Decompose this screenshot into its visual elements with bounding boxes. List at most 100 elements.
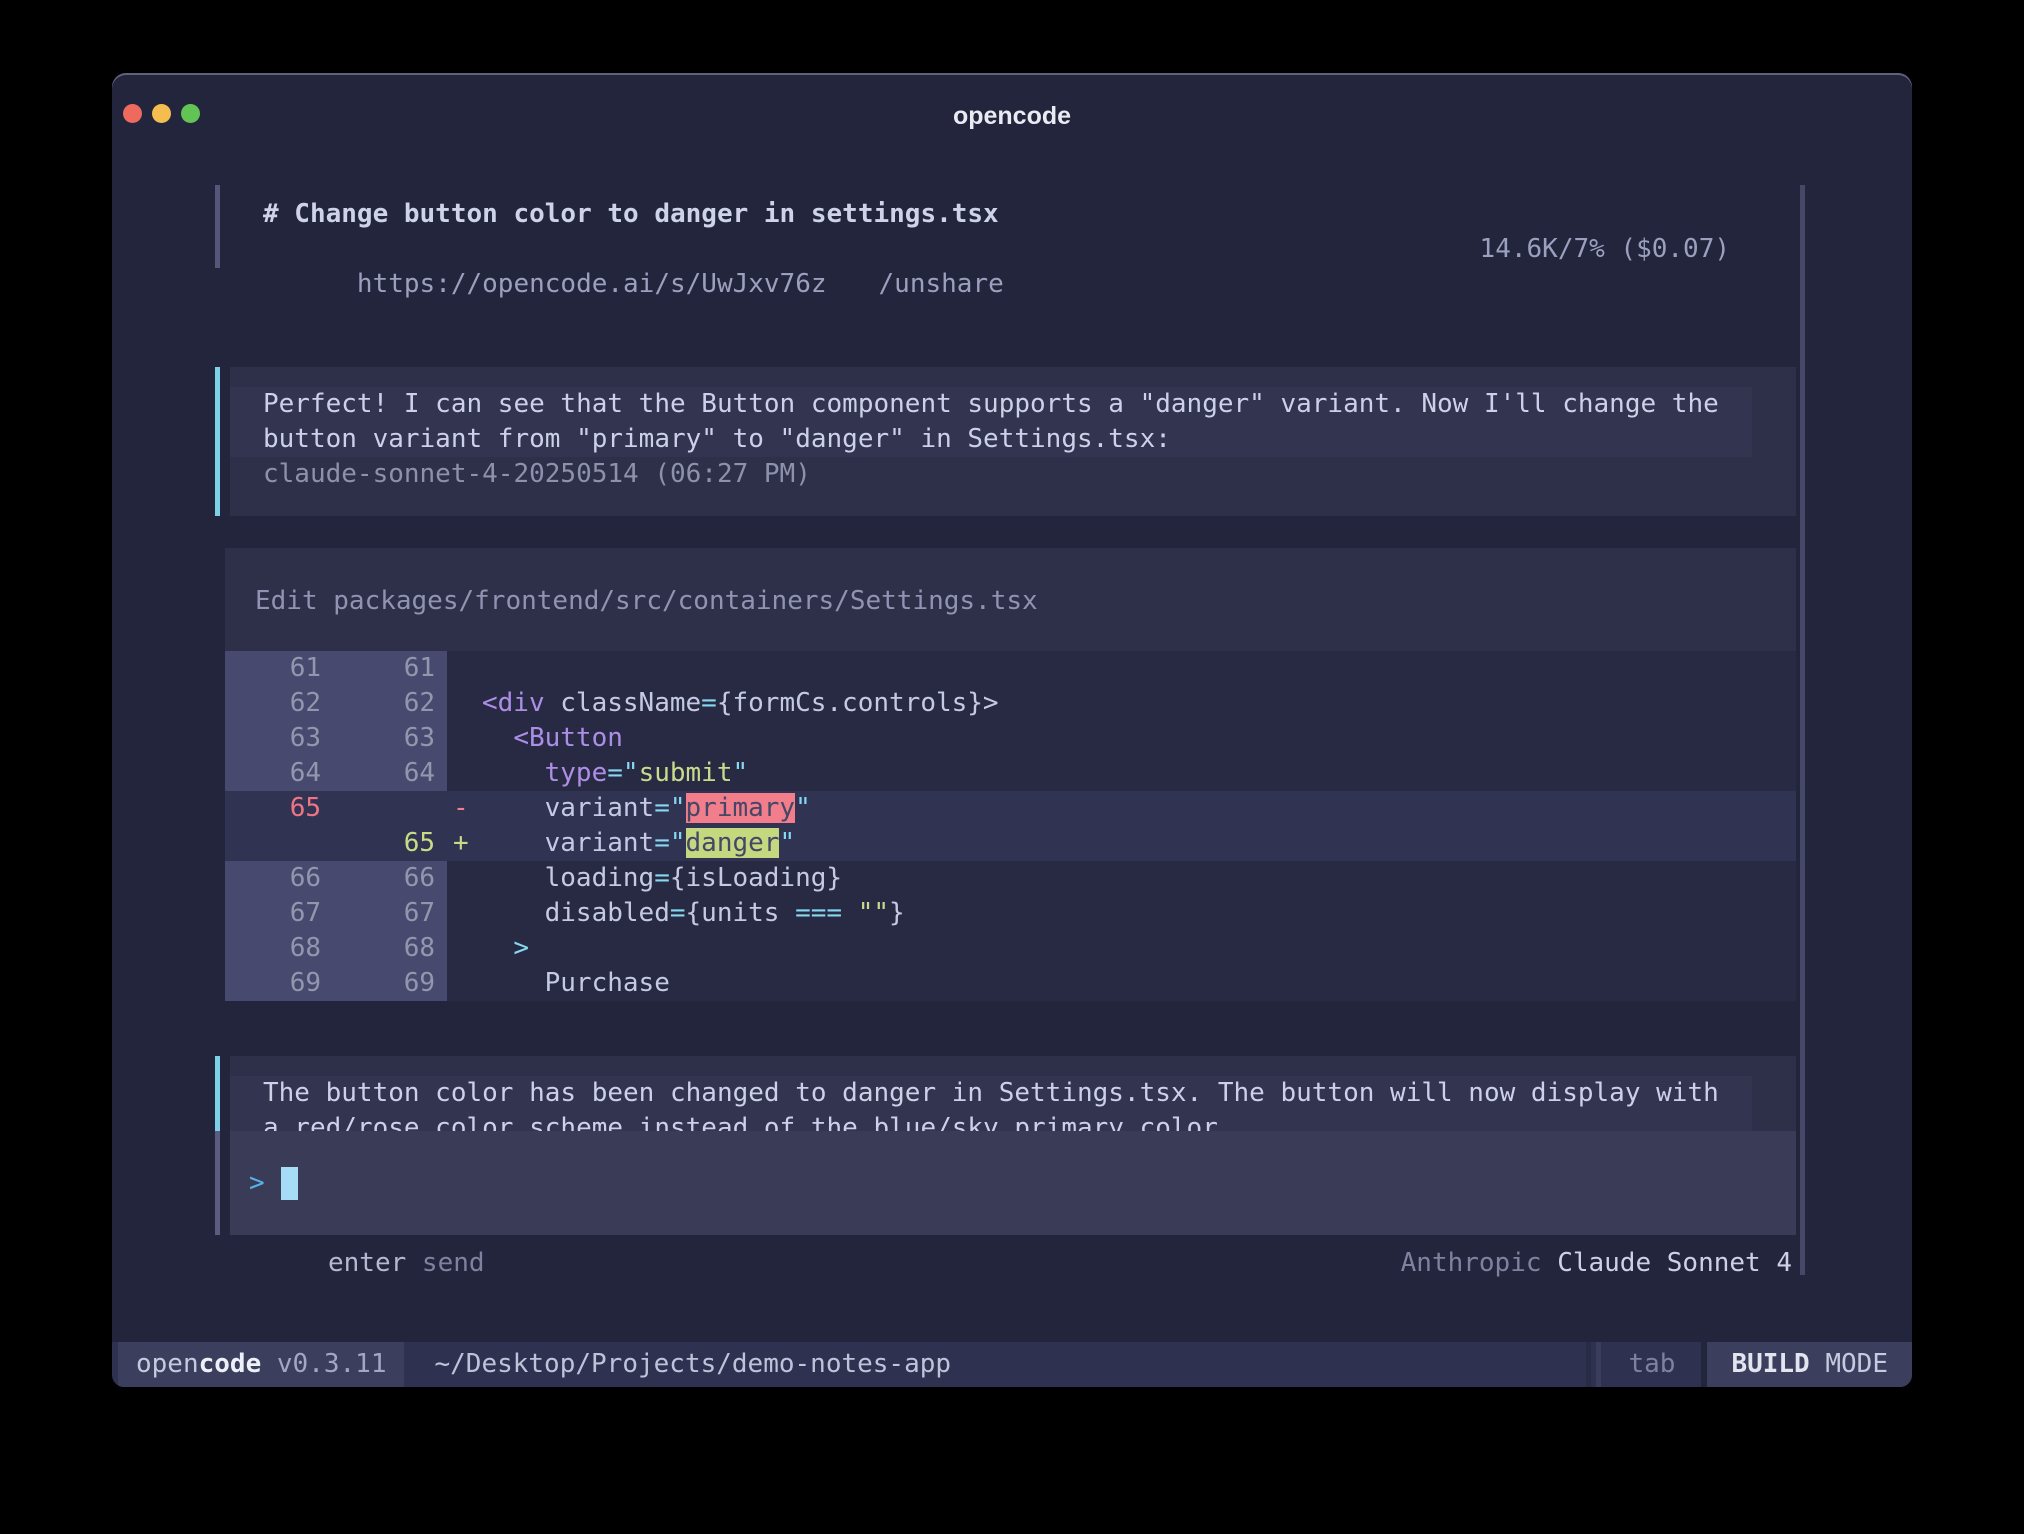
diff-marker — [447, 931, 482, 966]
diff-gutter: 6464 — [225, 756, 447, 791]
statusbar-notches — [1586, 1342, 1606, 1387]
code-token: variant — [545, 793, 655, 823]
app-version: v0.3.11 — [261, 1347, 386, 1382]
scrollbar-track[interactable] — [1800, 185, 1805, 1275]
code-token: variant — [545, 828, 655, 858]
titlebar: opencode — [112, 73, 1912, 133]
diff-row: 6262<div className={formCs.controls}> — [225, 686, 1796, 721]
mode-suffix: MODE — [1810, 1347, 1888, 1382]
opencode-window: opencode # Change button color to danger… — [112, 73, 1912, 1387]
diff-gutter: 6262 — [225, 686, 447, 721]
diff-gutter: 6363 — [225, 721, 447, 756]
code-token: <Button — [513, 723, 623, 753]
old-line-number: 65 — [225, 791, 321, 826]
code-token: <div — [482, 688, 545, 718]
app-version-badge: opencode v0.3.11 — [118, 1342, 404, 1387]
build-mode-toggle[interactable]: BUILD MODE — [1707, 1342, 1912, 1387]
code-token: type — [545, 758, 608, 788]
old-line-number: 68 — [225, 931, 321, 966]
diff-row: 65 + variant="danger" — [225, 826, 1796, 861]
diff-row: 6161 — [225, 651, 1796, 686]
session-header: # Change button color to danger in setti… — [215, 185, 1796, 268]
code-token — [482, 863, 545, 893]
diff-code-line: variant="primary" — [482, 791, 811, 826]
diff-code-line: variant="danger" — [482, 826, 795, 861]
diff-gutter: 6969 — [225, 966, 447, 1001]
diff-code-line: disabled={units === ""} — [482, 896, 905, 931]
send-action-label: send — [406, 1248, 484, 1278]
code-token: danger — [686, 828, 780, 858]
diff-view: 61616262 <div className = {formCs.controls}… — [225, 651, 1796, 1001]
working-directory: ~/Desktop/Projects/demo-notes-app — [434, 1342, 951, 1387]
prompt-input[interactable]: > — [215, 1131, 1796, 1235]
diff-gutter: 6868 — [225, 931, 447, 966]
diff-marker — [447, 966, 482, 1001]
model-indicator[interactable]: Anthropic Claude Sonnet 4 — [1401, 1246, 1792, 1281]
code-token: } — [889, 898, 905, 928]
hint-row: enter send Anthropic Claude Sonnet 4 — [215, 1246, 1796, 1281]
share-url[interactable]: https://opencode.ai/s/UwJxv76z — [357, 269, 827, 299]
code-token — [482, 898, 545, 928]
window-title: opencode — [112, 99, 1912, 134]
app-name-code: code — [199, 1347, 262, 1382]
prompt-chevron: > — [249, 1166, 265, 1201]
old-line-number: 67 — [225, 896, 321, 931]
code-token: " — [732, 758, 748, 788]
code-token: =" — [654, 828, 685, 858]
diff-gutter: 6767 — [225, 896, 447, 931]
diff-marker — [447, 756, 482, 791]
enter-hint: enter send — [328, 1246, 485, 1281]
code-token — [482, 968, 545, 998]
token-usage: 14.6K/7% ($0.07) — [1480, 232, 1730, 267]
code-token: =" — [607, 758, 638, 788]
new-line-number: 64 — [321, 756, 435, 791]
new-line-number: 65 — [321, 826, 435, 861]
new-line-number: 68 — [321, 931, 435, 966]
assistant-message: Perfect! I can see that the Button compo… — [215, 367, 1796, 516]
diff-row: 6464 type="submit" — [225, 756, 1796, 791]
diff-marker — [447, 861, 482, 896]
new-line-number: 67 — [321, 896, 435, 931]
diff-gutter: 6666 — [225, 861, 447, 896]
unshare-command[interactable]: /unshare — [879, 269, 1004, 299]
diff-code-line: Purchase — [482, 966, 670, 1001]
edit-tool-block: Edit packages/frontend/src/containers/Se… — [215, 548, 1796, 1001]
message-line: button variant from "primary" to "danger… — [263, 422, 1752, 457]
diff-marker: - — [447, 791, 482, 826]
diff-gutter: 65 — [225, 826, 447, 861]
model-label: Claude Sonnet 4 — [1557, 1248, 1792, 1278]
provider-label: Anthropic — [1401, 1248, 1558, 1278]
old-line-number: 64 — [225, 756, 321, 791]
diff-marker — [447, 686, 482, 721]
edit-file-title: Edit packages/frontend/src/containers/Se… — [225, 548, 1796, 651]
code-token — [482, 758, 545, 788]
diff-marker — [447, 721, 482, 756]
session-title: # Change button color to danger in setti… — [263, 197, 1763, 232]
code-token — [482, 793, 545, 823]
text-cursor — [281, 1167, 298, 1200]
code-token — [482, 723, 513, 753]
code-token: {formCs.controls}> — [717, 688, 999, 718]
code-token: disabled — [545, 898, 670, 928]
code-token — [482, 933, 513, 963]
new-line-number: 69 — [321, 966, 435, 1001]
code-token: primary — [686, 793, 796, 823]
diff-row: 6969 Purchase — [225, 966, 1796, 1001]
code-token: className — [545, 688, 702, 718]
diff-row: 6363 <Button — [225, 721, 1796, 756]
model-timestamp: claude-sonnet-4-20250514 (06:27 PM) — [230, 457, 1796, 492]
diff-row: 65 - variant="primary" — [225, 791, 1796, 826]
app-name-open: open — [136, 1347, 199, 1382]
enter-key-label: enter — [328, 1248, 406, 1278]
mode-name: BUILD — [1731, 1347, 1809, 1382]
code-token: " — [795, 793, 811, 823]
code-token: {isLoading} — [670, 863, 842, 893]
diff-marker — [447, 651, 482, 686]
message-line: Perfect! I can see that the Button compo… — [263, 387, 1752, 422]
diff-row: 6767 disabled={units === ""} — [225, 896, 1796, 931]
diff-marker: + — [447, 826, 482, 861]
new-line-number: 62 — [321, 686, 435, 721]
code-token: = — [670, 898, 686, 928]
old-line-number: 62 — [225, 686, 321, 721]
old-line-number: 66 — [225, 861, 321, 896]
